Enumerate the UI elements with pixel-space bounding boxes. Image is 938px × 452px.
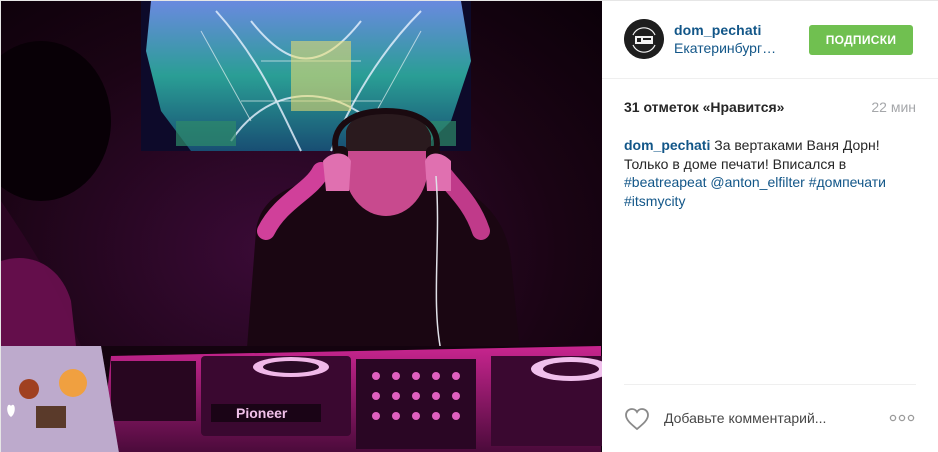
svg-text:Pioneer: Pioneer <box>236 405 288 421</box>
heart-icon[interactable] <box>624 407 650 431</box>
caption-username-link[interactable]: dom_pechati <box>624 137 710 153</box>
mention-anton-elfilter[interactable]: @anton_elfilter <box>710 174 804 190</box>
post-time[interactable]: 22 мин <box>871 99 916 115</box>
post-meta: 31 отметок «Нравится» 22 мин <box>624 99 916 117</box>
post-card: Pioneer dom_pechati Екатеринбург… ПОДПИС… <box>0 0 938 452</box>
laptop <box>1 346 119 452</box>
caption-text-line1: За вертаками Ваня Дорн! <box>714 137 880 153</box>
post-header: dom_pechati Екатеринбург… ПОДПИСКИ <box>602 1 938 79</box>
post-side-panel: dom_pechati Екатеринбург… ПОДПИСКИ 31 от… <box>602 1 938 452</box>
more-options-icon[interactable] <box>888 409 916 427</box>
hashtag-dompechati[interactable]: #домпечати <box>809 174 886 190</box>
hashtag-beatreapeat[interactable]: #beatreapeat <box>624 174 707 190</box>
post-caption: dom_pechati За вертаками Ваня Дорн! Толь… <box>624 136 920 210</box>
comment-bar <box>624 384 916 452</box>
follow-button[interactable]: ПОДПИСКИ <box>809 25 913 55</box>
caption-text-line2: Только в доме печати! Вписался в <box>624 155 847 172</box>
likes-count[interactable]: 31 отметок «Нравится» <box>624 99 784 115</box>
avatar-logo <box>624 19 664 59</box>
username-link[interactable]: dom_pechati <box>674 22 761 38</box>
location-link[interactable]: Екатеринбург… <box>674 40 776 56</box>
avatar[interactable] <box>624 19 664 59</box>
comment-input[interactable] <box>664 406 874 430</box>
hashtag-itsmycity[interactable]: #itsmycity <box>624 193 685 209</box>
post-photo[interactable]: Pioneer <box>1 1 602 452</box>
dj-photo-illustration: Pioneer <box>1 1 602 452</box>
